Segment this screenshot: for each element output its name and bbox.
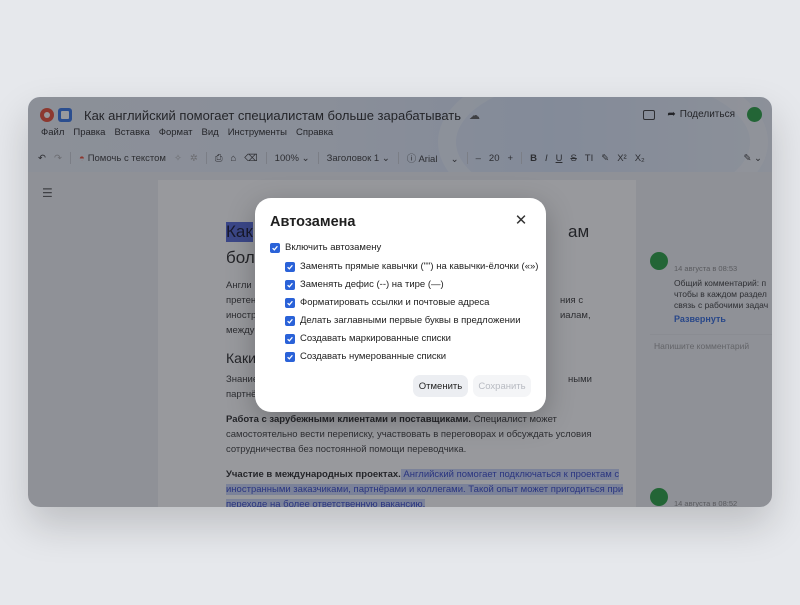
option-label: Форматировать ссылки и почтовые адреса — [300, 297, 490, 308]
option-label: Заменять прямые кавычки ("") на кавычки-… — [300, 261, 539, 272]
option-label: Включить автозамену — [285, 242, 382, 253]
option-label: Создавать маркированные списки — [300, 333, 451, 344]
option-enable-autocorrect[interactable]: Включить автозамену — [270, 242, 381, 253]
option-smart-quotes[interactable]: Заменять прямые кавычки ("") на кавычки-… — [285, 261, 538, 272]
save-button[interactable]: Сохранить — [473, 375, 531, 397]
checkbox-icon[interactable] — [285, 279, 295, 290]
close-icon[interactable]: ✕ — [513, 213, 529, 229]
checkbox-icon[interactable] — [285, 315, 295, 326]
autocorrect-dialog: Автозамена ✕ Включить автозамену Заменят… — [255, 198, 546, 412]
option-format-links[interactable]: Форматировать ссылки и почтовые адреса — [285, 297, 489, 308]
checkbox-icon[interactable] — [285, 261, 295, 272]
checkbox-icon[interactable] — [285, 297, 295, 308]
option-capitalize[interactable]: Делать заглавными первые буквы в предлож… — [285, 315, 521, 326]
cancel-button[interactable]: Отменить — [413, 375, 468, 397]
option-label: Заменять дефис (--) на тире (—) — [300, 279, 444, 290]
option-label: Делать заглавными первые буквы в предлож… — [300, 315, 521, 326]
dialog-title: Автозамена — [270, 214, 356, 230]
option-dash[interactable]: Заменять дефис (--) на тире (—) — [285, 279, 444, 290]
option-bulleted-lists[interactable]: Создавать маркированные списки — [285, 333, 451, 344]
checkbox-icon[interactable] — [285, 333, 295, 344]
checkbox-icon[interactable] — [285, 351, 295, 362]
checkbox-icon[interactable] — [270, 242, 280, 253]
option-numbered-lists[interactable]: Создавать нумерованные списки — [285, 351, 446, 362]
option-label: Создавать нумерованные списки — [300, 351, 447, 362]
